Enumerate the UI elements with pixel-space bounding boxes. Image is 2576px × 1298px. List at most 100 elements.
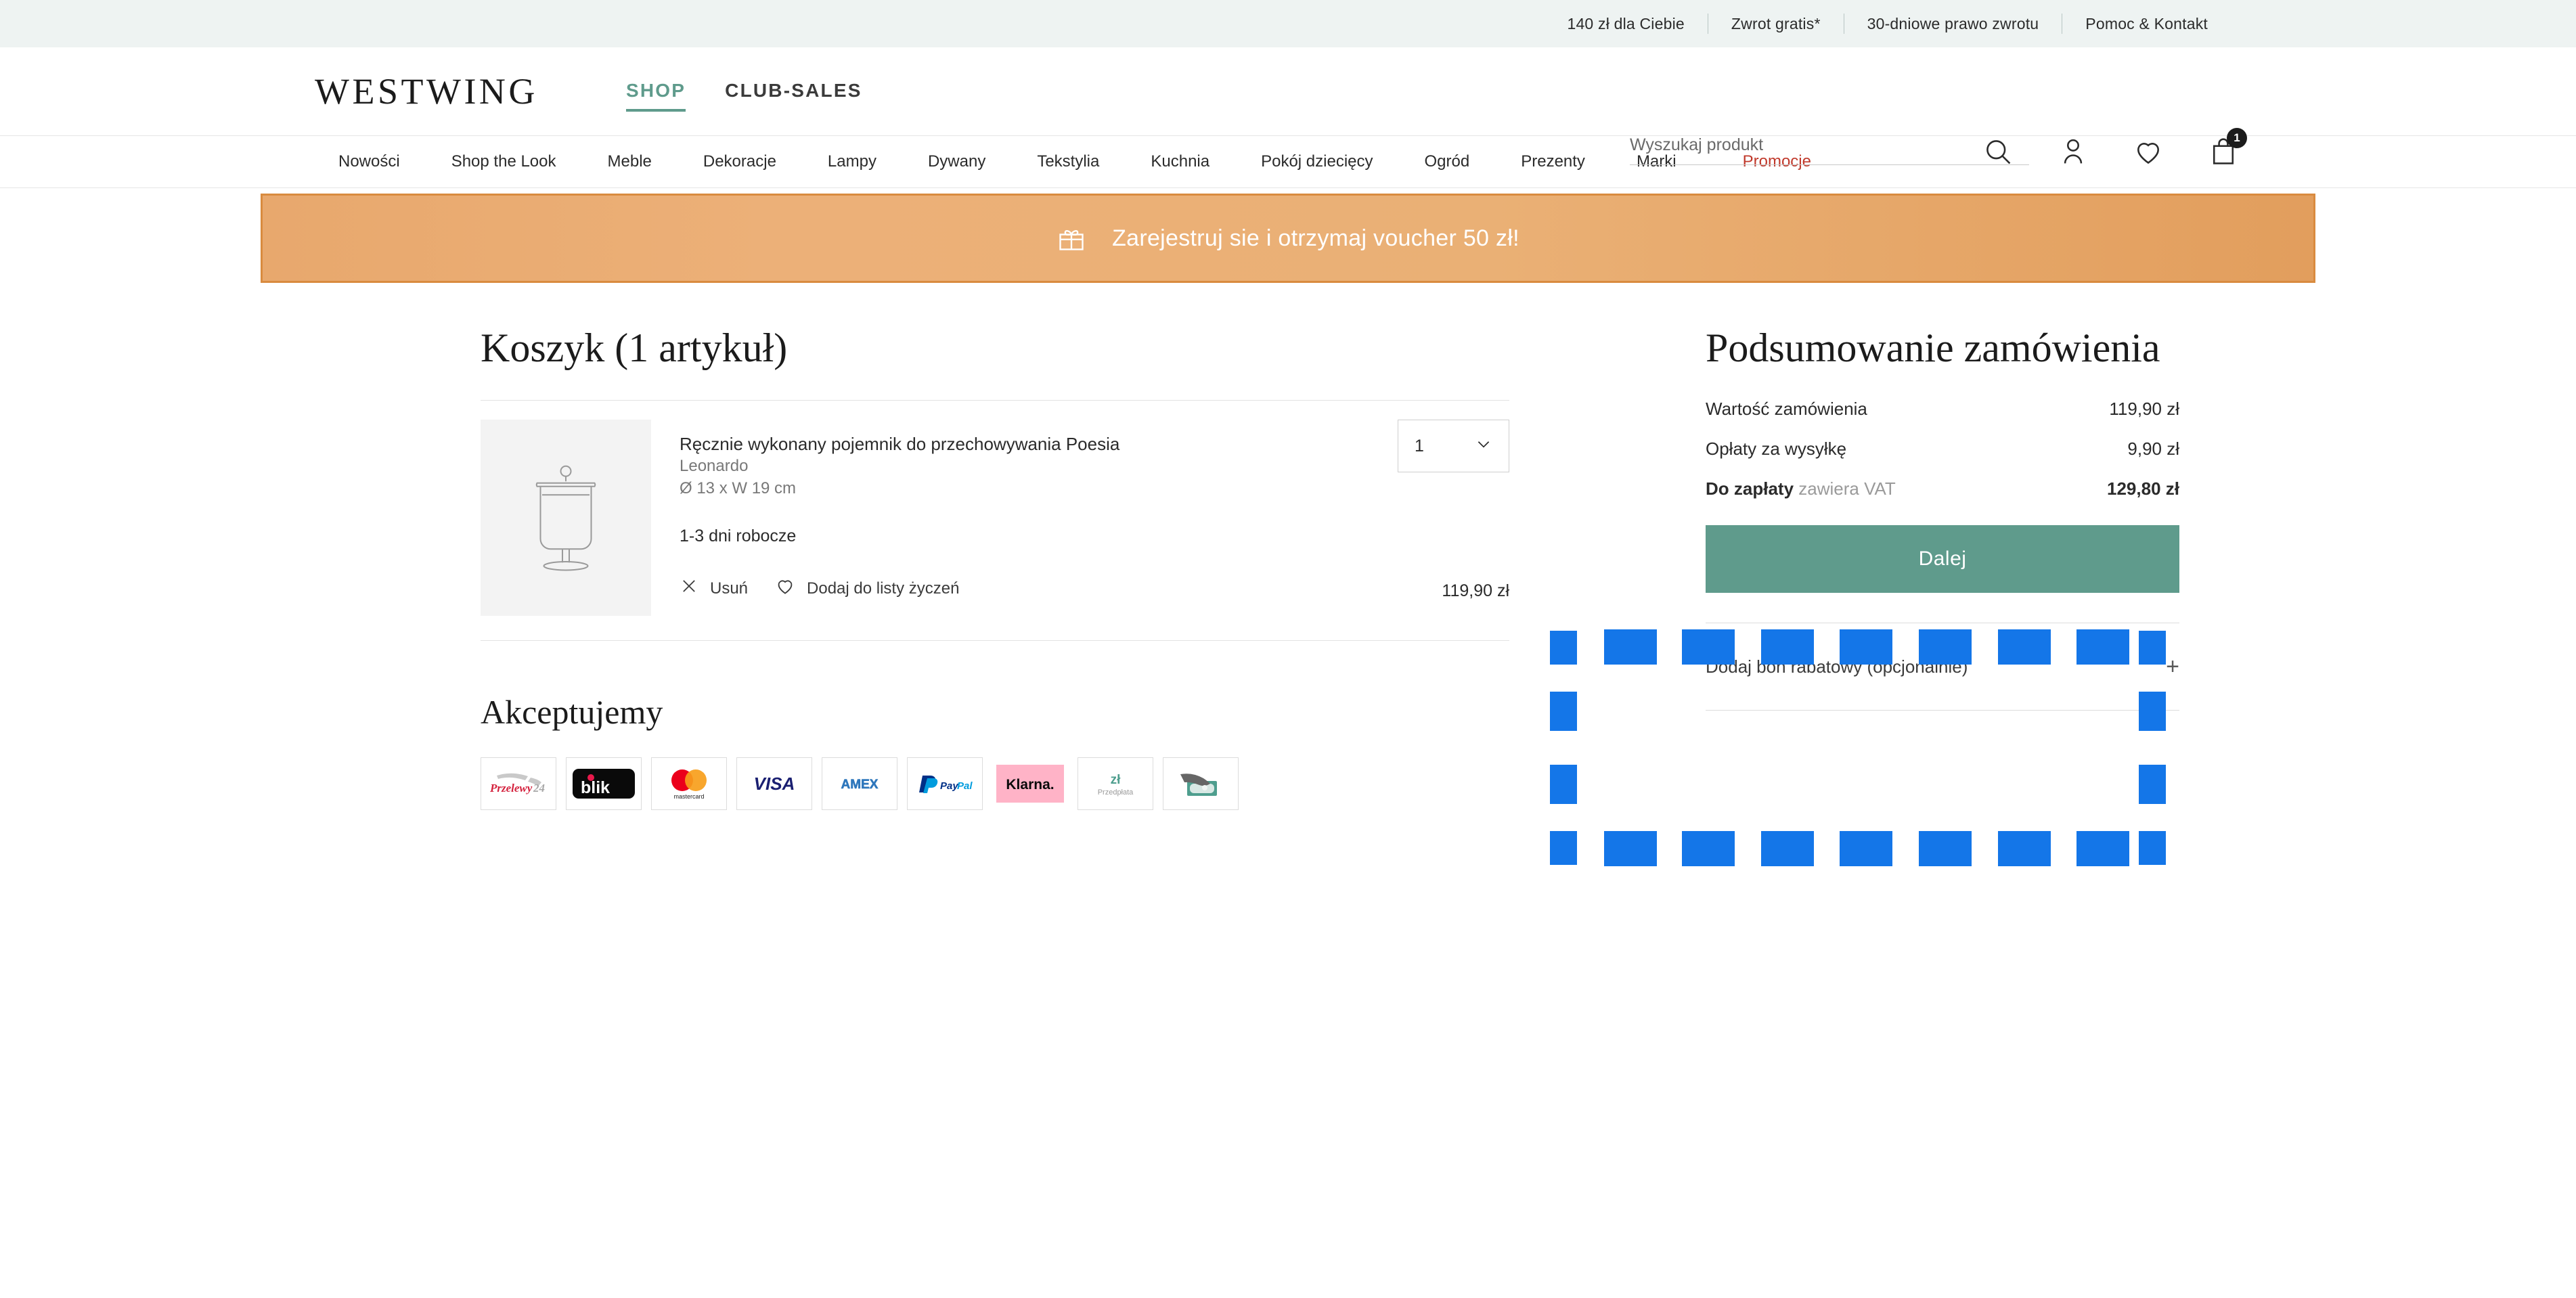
nav-item-meble[interactable]: Meble (582, 152, 678, 171)
product-title[interactable]: Ręcznie wykonany pojemnik do przechowywa… (680, 433, 1509, 455)
overlay-highlight-box (1919, 831, 1972, 866)
quantity-value: 1 (1415, 436, 1424, 455)
payment-method-mastercard: mastercard (651, 757, 727, 810)
payment-methods-list: Przelewy 24 blik mastercard VISA AMEX Pa… (481, 757, 1509, 810)
order-summary-column: Podsumowanie zamówienia Wartość zamówien… (1706, 325, 2179, 711)
summary-row-subtotal-label: Wartość zamówienia (1706, 399, 1867, 419)
nav-item-dekoracje[interactable]: Dekoracje (678, 152, 802, 171)
svg-text:24: 24 (533, 782, 545, 795)
nav-item-ogrod[interactable]: Ogród (1399, 152, 1496, 171)
svg-text:Klarna.: Klarna. (1006, 777, 1054, 792)
product-details: Ręcznie wykonany pojemnik do przechowywa… (680, 420, 1509, 546)
tab-club-sales[interactable]: CLUB-SALES (725, 80, 862, 109)
summary-row-total-label-group: Do zapłaty zawiera VAT (1706, 478, 1896, 499)
nav-item-prezenty[interactable]: Prezenty (1495, 152, 1611, 171)
summary-row-total-value: 129,80 zł (2107, 478, 2179, 499)
promo-banner-text: Zarejestruj sie i otrzymaj voucher 50 zł… (1112, 225, 1519, 251)
order-summary-rows: Wartość zamówienia 119,90 zł Opłaty za w… (1706, 399, 2179, 499)
product-brand: Leonardo (680, 457, 749, 476)
remove-item-button[interactable]: Usuń (680, 577, 748, 600)
cart-title: Koszyk (1 artykuł) (481, 326, 788, 370)
cart-count-badge: 1 (2227, 128, 2247, 148)
voucher-promo-banner[interactable]: Zarejestruj sie i otrzymaj voucher 50 zł… (261, 194, 2315, 283)
quantity-select[interactable]: 1 (1398, 420, 1509, 472)
payment-method-przedplata: zł Przedpłata (1078, 757, 1153, 810)
payment-method-przelewy24: Przelewy 24 (481, 757, 556, 810)
westwing-logo[interactable]: WESTWING (315, 70, 538, 112)
payment-method-cash-on-delivery (1163, 757, 1239, 810)
overlay-highlight-box (1998, 831, 2051, 866)
nav-item-kuchnia[interactable]: Kuchnia (1125, 152, 1235, 171)
cart-item-price: 119,90 zł (1442, 581, 1509, 600)
gift-icon (1057, 223, 1086, 253)
order-summary-title: Podsumowanie zamówienia (1706, 326, 2160, 370)
add-coupon-label: Dodaj bon rabatowy (opcjonalnie) (1706, 656, 1968, 677)
chevron-down-icon (1475, 435, 1492, 457)
overlay-highlight-box (1682, 831, 1735, 866)
topbar-item-credit[interactable]: 140 zł dla Ciebie (1544, 15, 1707, 33)
add-to-wishlist-button[interactable]: Dodaj do listy życzeń (775, 576, 959, 601)
cart-item-actions: Usuń Dodaj do listy życzeń (680, 576, 959, 601)
tab-shop[interactable]: SHOP (626, 80, 686, 112)
payment-method-klarna: Klarna. (992, 757, 1068, 810)
search-bar (1630, 135, 2029, 165)
svg-text:blik: blik (581, 778, 610, 797)
overlay-highlight-box (1550, 831, 1577, 865)
svg-text:Przelewy: Przelewy (489, 782, 533, 795)
summary-row-shipping: Opłaty za wysyłkę 9,90 zł (1706, 439, 2179, 460)
main-content: Koszyk (1 artykuł) Ręcznie wykonany poje… (0, 325, 2576, 810)
payment-method-visa: VISA (736, 757, 812, 810)
wishlist-heart-icon[interactable] (2133, 137, 2163, 166)
summary-row-shipping-label: Opłaty za wysyłkę (1706, 439, 1847, 459)
topbar-item-help-contact[interactable]: Pomoc & Kontakt (2062, 15, 2231, 33)
add-to-wishlist-label: Dodaj do listy życzeń (807, 579, 960, 598)
product-shipping-time: 1-3 dni robocze (680, 527, 797, 546)
overlay-highlight-box (2077, 831, 2129, 866)
site-header: WESTWING SHOP CLUB-SALES Wyszukaj produk… (0, 47, 2576, 165)
summary-row-total-vat-note: zawiera VAT (1798, 478, 1896, 499)
header-tabs: SHOP CLUB-SALES (626, 80, 862, 112)
summary-row-shipping-value: 9,90 zł (2127, 439, 2179, 459)
search-input[interactable] (1630, 135, 2029, 155)
nav-item-dywany[interactable]: Dywany (902, 152, 1011, 171)
summary-row-subtotal: Wartość zamówienia 119,90 zł (1706, 399, 2179, 420)
nav-item-shop-the-look[interactable]: Shop the Look (426, 152, 582, 171)
payment-method-blik: blik (566, 757, 642, 810)
shopping-bag-icon[interactable]: 1 (2208, 128, 2247, 166)
nav-item-pokoj-dzieciecy[interactable]: Pokój dziecięcy (1235, 152, 1398, 171)
svg-text:AMEX: AMEX (841, 778, 879, 792)
user-account-icon[interactable] (2058, 137, 2088, 166)
product-dimensions: Ø 13 x W 19 cm (680, 478, 797, 497)
cart-column: Koszyk (1 artykuł) Ręcznie wykonany poje… (481, 325, 1509, 810)
product-thumbnail[interactable] (481, 420, 651, 616)
page-root: 140 zł dla Ciebie Zwrot gratis* 30-dniow… (0, 0, 2576, 1298)
nav-item-lampy[interactable]: Lampy (802, 152, 902, 171)
summary-row-total: Do zapłaty zawiera VAT 129,80 zł (1706, 478, 2179, 499)
svg-text:mastercard: mastercard (673, 793, 704, 800)
cart-line-item: Ręcznie wykonany pojemnik do przechowywa… (481, 401, 1509, 616)
nav-item-tekstylia[interactable]: Tekstylia (1011, 152, 1125, 171)
search-icon[interactable] (1983, 137, 2013, 166)
cart-divider-bottom (481, 640, 1509, 641)
summary-row-subtotal-value: 119,90 zł (2109, 399, 2179, 419)
svg-text:zł: zł (1111, 773, 1122, 787)
top-utility-bar: 140 zł dla Ciebie Zwrot gratis* 30-dniow… (0, 0, 2576, 47)
overlay-highlight-box (2139, 831, 2166, 865)
plus-icon: + (2166, 654, 2179, 679)
close-icon (680, 577, 698, 600)
heart-icon (775, 576, 795, 601)
checkout-button[interactable]: Dalej (1706, 525, 2179, 593)
svg-text:Pal: Pal (957, 780, 973, 792)
payment-method-paypal: Pay Pal (907, 757, 983, 810)
payments-title: Akceptujemy (481, 693, 663, 731)
overlay-highlight-box (1604, 831, 1657, 866)
svg-text:VISA: VISA (754, 774, 795, 794)
svg-text:Pay: Pay (940, 780, 958, 792)
topbar-item-return-policy[interactable]: 30-dniowe prawo zwrotu (1844, 15, 2062, 33)
topbar-item-free-return[interactable]: Zwrot gratis* (1708, 15, 1844, 33)
overlay-highlight-box (1761, 831, 1814, 866)
overlay-highlight-box (1840, 831, 1892, 866)
add-coupon-row[interactable]: Dodaj bon rabatowy (opcjonalnie) + (1706, 623, 2179, 711)
remove-item-label: Usuń (710, 579, 749, 598)
nav-item-nowosci[interactable]: Nowości (313, 152, 426, 171)
